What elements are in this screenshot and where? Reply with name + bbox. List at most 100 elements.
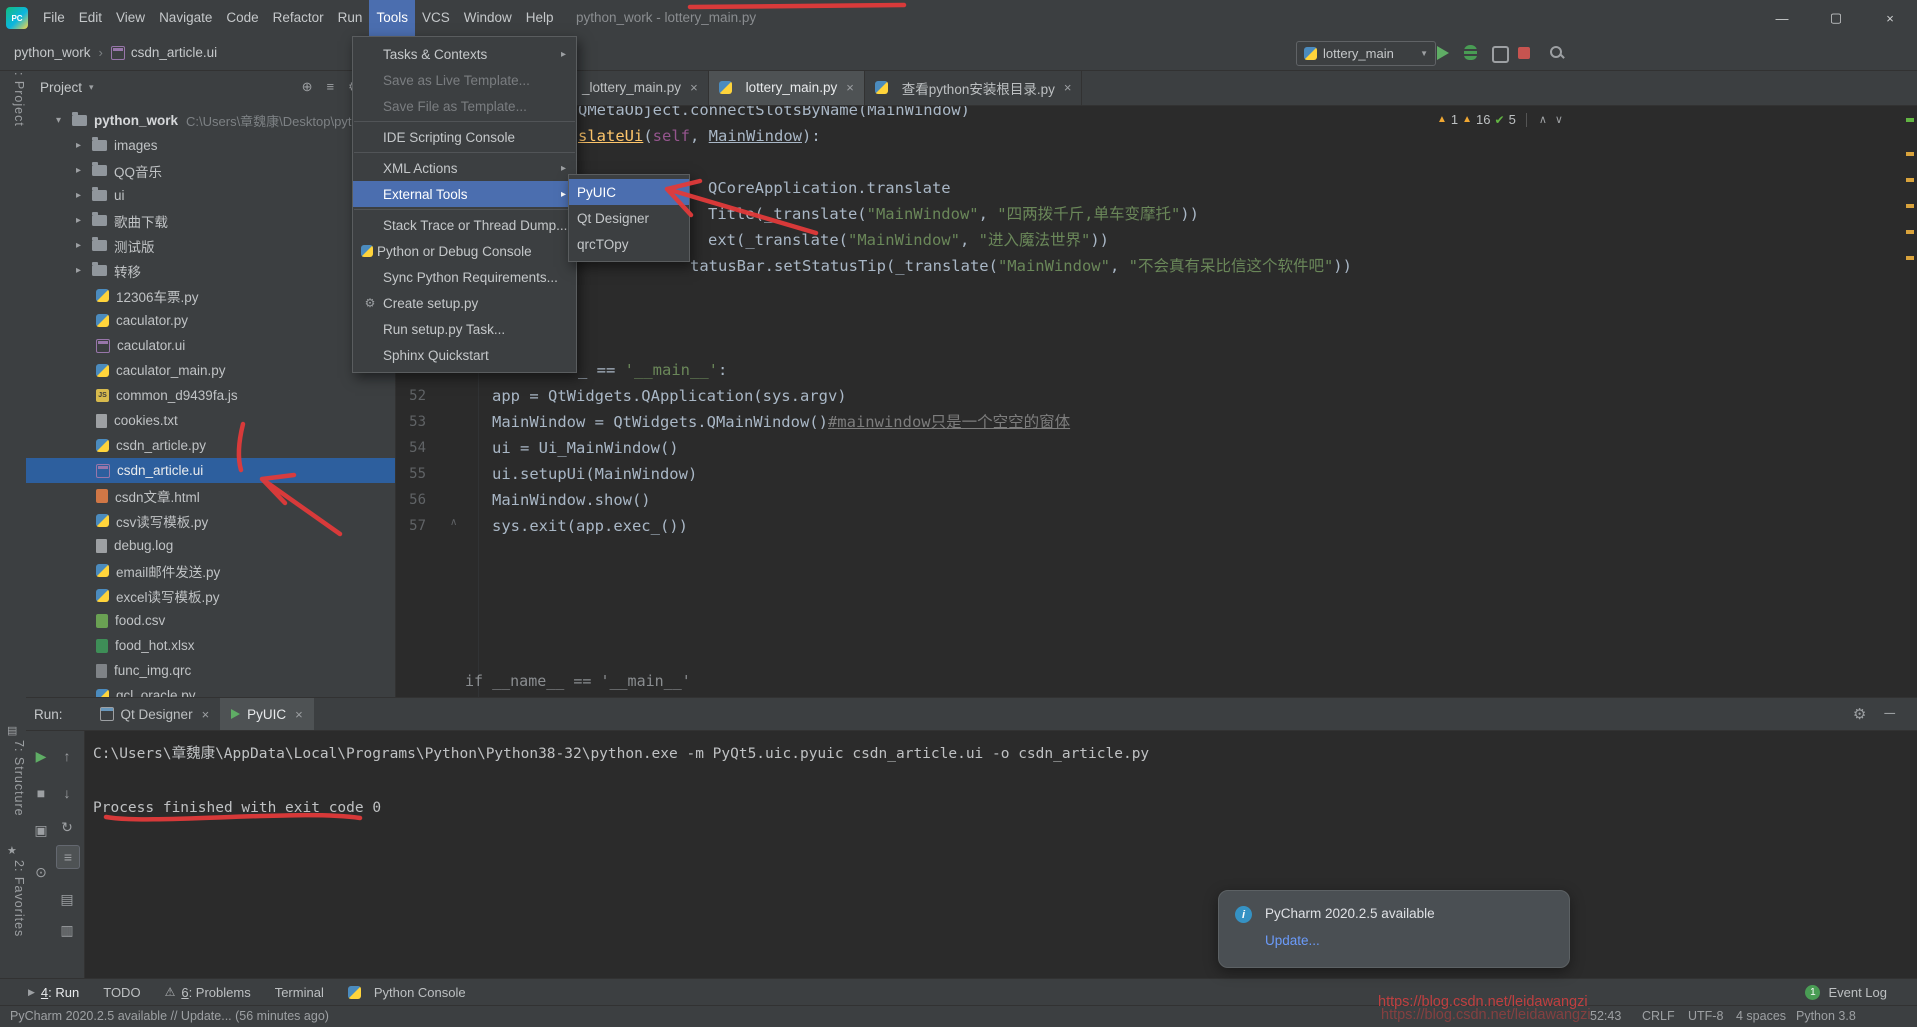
menu-code[interactable]: Code xyxy=(219,0,265,36)
status-message[interactable]: PyCharm 2020.2.5 available // Update... … xyxy=(10,1009,329,1023)
menu-refactor[interactable]: Refactor xyxy=(266,0,331,36)
caret-position[interactable]: 52:43 xyxy=(1590,1009,1621,1023)
menu-item-run-setup-py-task[interactable]: Run setup.py Task... xyxy=(353,316,576,342)
tree-item-email-py[interactable]: email邮件发送.py xyxy=(26,558,395,583)
editor-tab-python-py[interactable]: 查看python安装根目录.py× xyxy=(865,70,1083,105)
up-the-stack-trace-icon[interactable]: ↑ xyxy=(56,745,78,767)
submenu-item-qt-designer[interactable]: Qt Designer xyxy=(569,205,689,231)
event-log-button[interactable]: 1 Event Log xyxy=(1805,985,1887,1000)
prev-problem-icon[interactable]: ∧ xyxy=(1539,113,1547,126)
indent-indicator[interactable]: 4 spaces xyxy=(1736,1009,1786,1023)
tree-item-csdn-article-py[interactable]: csdn_article.py xyxy=(26,433,395,458)
menu-view[interactable]: View xyxy=(109,0,152,36)
debug-button[interactable] xyxy=(1464,45,1477,60)
menu-item-python-or-debug-console[interactable]: Python or Debug Console xyxy=(353,238,576,264)
tree-item-excel-py[interactable]: excel读写模板.py xyxy=(26,583,395,608)
toolwindow-6-problems[interactable]: ⚠6: Problems xyxy=(153,979,263,1005)
run-configuration-select[interactable]: lottery_main ▼ xyxy=(1296,41,1436,66)
inspections-widget[interactable]: ▲ 1 ▲ 16 ✔ 5 ∧ ∨ xyxy=(1437,112,1565,127)
tree-item-caculator-main-py[interactable]: caculator_main.py xyxy=(26,358,395,383)
error-stripe-mark[interactable] xyxy=(1906,204,1914,208)
project-panel-title[interactable]: Project xyxy=(40,80,82,95)
menu-vcs[interactable]: VCS xyxy=(415,0,457,36)
tree-item-csdn-html[interactable]: csdn文章.html xyxy=(26,483,395,508)
notification-balloon[interactable]: i PyCharm 2020.2.5 available Update... xyxy=(1218,890,1570,968)
run-tab-qt-designer[interactable]: Qt Designer× xyxy=(89,698,221,730)
clear-all-icon[interactable]: ▥ xyxy=(56,919,78,941)
tree-item-caculator-ui[interactable]: caculator.ui xyxy=(26,333,395,358)
toolwindow-stripe-favorites[interactable]: 2: Favorites xyxy=(0,860,26,937)
close-tab-icon[interactable]: × xyxy=(690,80,698,95)
menu-item-create-setup-py[interactable]: ⚙Create setup.py xyxy=(353,290,576,316)
maximize-button[interactable]: ▢ xyxy=(1809,0,1863,36)
pin-icon[interactable]: ⊙ xyxy=(30,861,52,883)
breadcrumb-item[interactable]: python_work xyxy=(14,45,91,60)
collapse-all-icon[interactable]: ≡ xyxy=(327,79,335,95)
error-stripe-mark[interactable] xyxy=(1906,152,1914,156)
close-tab-icon[interactable]: × xyxy=(1064,80,1072,95)
toolwindow-stripe-project[interactable]: 1: Project xyxy=(0,64,26,127)
submenu-item-pyuic[interactable]: PyUIC xyxy=(569,179,689,205)
tree-item-ui[interactable]: ▸ui xyxy=(26,183,395,208)
encoding-indicator[interactable]: UTF-8 xyxy=(1688,1009,1723,1023)
menu-item-external-tools[interactable]: External Tools▸ xyxy=(353,181,576,207)
gear-icon[interactable]: ⚙ xyxy=(1853,705,1866,723)
tree-item-csv-py[interactable]: csv读写模板.py xyxy=(26,508,395,533)
menu-navigate[interactable]: Navigate xyxy=(152,0,219,36)
menu-item-tasks-contexts[interactable]: Tasks & Contexts▸ xyxy=(353,41,576,67)
notification-update-link[interactable]: Update... xyxy=(1265,933,1320,948)
menu-run[interactable]: Run xyxy=(331,0,370,36)
menu-window[interactable]: Window xyxy=(457,0,519,36)
toolwindow-stripe-structure[interactable]: 7: Structure xyxy=(0,740,26,817)
run-tab-pyuic[interactable]: PyUIC× xyxy=(220,698,314,730)
stop-icon[interactable]: ■ xyxy=(30,782,52,804)
menu-edit[interactable]: Edit xyxy=(72,0,109,36)
scroll-to-end-icon[interactable]: ≡ xyxy=(56,845,80,869)
rerun-action-icon[interactable]: ↻ xyxy=(56,816,78,838)
run-button[interactable] xyxy=(1437,46,1449,60)
error-stripe-mark[interactable] xyxy=(1906,118,1914,122)
menu-item-ide-scripting-console[interactable]: IDE Scripting Console xyxy=(353,124,576,150)
line-separator-indicator[interactable]: CRLF xyxy=(1642,1009,1675,1023)
toolwindow-python-console[interactable]: Python Console xyxy=(336,979,478,1005)
error-stripe-mark[interactable] xyxy=(1906,178,1914,182)
tree-item-item[interactable]: ▸转移 xyxy=(26,258,395,283)
menu-item-save-as-live-template[interactable]: Save as Live Template... xyxy=(353,67,576,93)
hide-panel-icon[interactable]: ─ xyxy=(1884,705,1895,723)
error-stripe-mark[interactable] xyxy=(1906,256,1914,260)
close-tab-icon[interactable]: × xyxy=(295,707,303,722)
menu-help[interactable]: Help xyxy=(519,0,561,36)
down-the-stack-trace-icon[interactable]: ↓ xyxy=(56,782,78,804)
menu-tools[interactable]: Tools xyxy=(369,0,415,36)
tree-item-qq[interactable]: ▸QQ音乐 xyxy=(26,158,395,183)
close-button[interactable]: × xyxy=(1863,0,1917,36)
tree-item-12306-py[interactable]: 12306车票.py xyxy=(26,283,395,308)
restore-layout-icon[interactable]: ▣ xyxy=(30,819,52,841)
menu-item-stack-trace-or-thread-dump[interactable]: Stack Trace or Thread Dump... xyxy=(353,212,576,238)
submenu-item-qrctopy[interactable]: qrcTOpy xyxy=(569,231,689,257)
tree-item-csdn-article-ui[interactable]: csdn_article.ui xyxy=(26,458,395,483)
tree-item-caculator-py[interactable]: caculator.py xyxy=(26,308,395,333)
close-tab-icon[interactable]: × xyxy=(846,80,854,95)
run-console[interactable]: C:\Users\章魏康\AppData\Local\Programs\Pyth… xyxy=(85,731,1917,978)
menu-item-xml-actions[interactable]: XML Actions▸ xyxy=(353,155,576,181)
tree-item-food-csv[interactable]: food.csv xyxy=(26,608,395,633)
tree-item-item[interactable]: ▸测试版 xyxy=(26,233,395,258)
close-tab-icon[interactable]: × xyxy=(202,707,210,722)
rerun-icon[interactable]: ▶ xyxy=(30,745,52,767)
minimize-button[interactable]: — xyxy=(1755,0,1809,36)
tree-item-func-img-qrc[interactable]: func_img.qrc xyxy=(26,658,395,683)
tree-item-images[interactable]: ▸images xyxy=(26,133,395,158)
tree-root[interactable]: ▾python_workC:\Users\章魏康\Desktop\python_ xyxy=(26,108,395,133)
editor-tab-lottery-main-py[interactable]: lottery_main.py× xyxy=(709,70,865,105)
tree-item-cookies-txt[interactable]: cookies.txt xyxy=(26,408,395,433)
next-problem-icon[interactable]: ∨ xyxy=(1555,113,1563,126)
error-stripe-mark[interactable] xyxy=(1906,230,1914,234)
search-everywhere-button[interactable] xyxy=(1550,46,1564,60)
toolwindow-4-run[interactable]: ▶4: Run xyxy=(16,979,91,1005)
tree-item-food-hot-xlsx[interactable]: food_hot.xlsx xyxy=(26,633,395,658)
menu-file[interactable]: File xyxy=(36,0,72,36)
breadcrumb-item[interactable]: csdn_article.ui xyxy=(131,45,217,60)
menu-item-sphinx-quickstart[interactable]: Sphinx Quickstart xyxy=(353,342,576,368)
menu-item-save-file-as-template[interactable]: Save File as Template... xyxy=(353,93,576,119)
